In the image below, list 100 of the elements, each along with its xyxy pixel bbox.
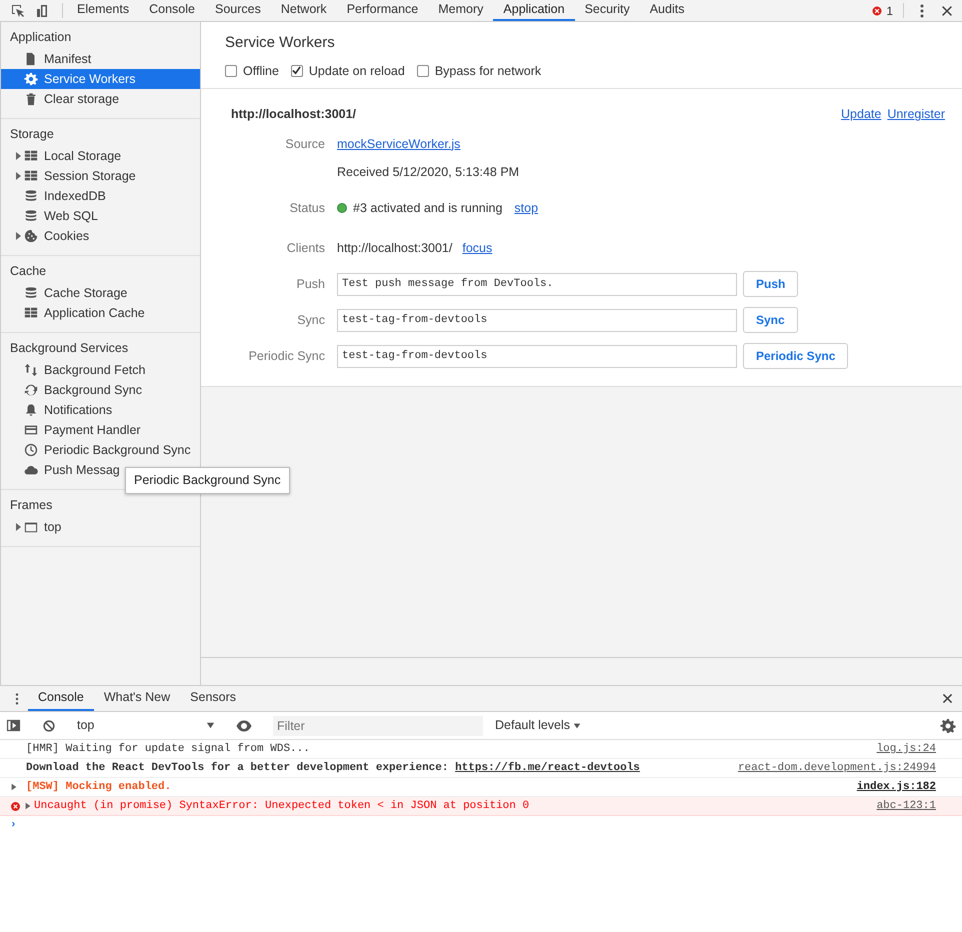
- sidebar-item[interactable]: Session Storage: [1, 166, 200, 186]
- drawer-tab[interactable]: Sensors: [180, 686, 246, 711]
- cookie-icon: [24, 229, 38, 243]
- panel-tab[interactable]: Performance: [336, 0, 428, 21]
- source-link[interactable]: react-dom.development.js:24994: [738, 760, 936, 776]
- field-label: Sync: [296, 312, 326, 329]
- prompt-icon[interactable]: ›: [10, 817, 17, 834]
- sidebar-item[interactable]: Cookies: [1, 226, 200, 246]
- context-select[interactable]: top: [77, 716, 215, 735]
- sidebar-item[interactable]: Payment Handler: [1, 420, 200, 440]
- console-message: [HMR] Waiting for update signal from WDS...: [26, 742, 310, 757]
- clear-icon[interactable]: [42, 718, 56, 732]
- checkbox-option[interactable]: Bypass for network: [416, 62, 542, 80]
- field-label: Status: [288, 200, 326, 217]
- sync-icon: [24, 383, 38, 397]
- console-message: Download the React DevTools for a better development experience: https://fb.me/react-devtools: [26, 760, 640, 776]
- sidebar-item[interactable]: Notifications: [1, 400, 200, 420]
- source-link[interactable]: log.js:24: [876, 740, 936, 758]
- clock-icon: [24, 443, 38, 457]
- section-heading: Application: [9, 29, 72, 46]
- action-link[interactable]: Unregister: [887, 105, 945, 124]
- action-link[interactable]: Update: [841, 105, 882, 124]
- console-link[interactable]: https://fb.me/react-devtools: [455, 762, 640, 774]
- panel-tab[interactable]: Sources: [204, 0, 271, 21]
- field-label: Clients: [286, 240, 326, 257]
- expand-arrow-icon[interactable]: [24, 802, 32, 810]
- sidebar-item[interactable]: Background Sync: [1, 380, 200, 400]
- caret-icon: [206, 721, 215, 730]
- field-label: Source: [284, 136, 326, 153]
- expand-arrow-icon[interactable]: [13, 231, 23, 241]
- sidebar-item[interactable]: Manifest: [1, 49, 200, 69]
- scope-url: http://localhost:3001/: [231, 106, 356, 124]
- section-heading: Frames: [9, 497, 54, 514]
- section-heading: Storage: [9, 126, 55, 143]
- panel-tab[interactable]: Network: [270, 0, 337, 21]
- up-down-arrows-icon: [24, 363, 38, 377]
- panel-tab[interactable]: Audits: [640, 0, 694, 21]
- sidebar-item[interactable]: Web SQL: [1, 206, 200, 226]
- grid-icon: [24, 169, 38, 183]
- sidebar-item[interactable]: Clear storage: [1, 89, 200, 109]
- expand-arrow-icon[interactable]: [13, 522, 23, 532]
- panel-tab[interactable]: Elements: [67, 0, 140, 21]
- cloud-icon: [24, 463, 38, 477]
- input-field[interactable]: test-tag-from-devtools: [337, 308, 737, 332]
- database-icon: [24, 189, 38, 203]
- sidebar-item[interactable]: Cache Storage: [1, 283, 200, 303]
- trigger-button[interactable]: Sync: [743, 307, 798, 333]
- error-count[interactable]: 1: [886, 2, 893, 20]
- card-icon: [24, 423, 38, 437]
- field-label: Periodic Sync: [248, 348, 326, 365]
- input-field[interactable]: test-tag-from-devtools: [337, 344, 737, 368]
- gear-icon: [24, 72, 38, 86]
- sidebar-item[interactable]: Service Workers: [1, 69, 200, 89]
- console-message: Uncaught (in promise) SyntaxError: Unexpected token < in JSON at position 0: [34, 798, 530, 814]
- settings-icon[interactable]: [940, 718, 956, 734]
- received-text: Received 5/12/2020, 5:13:48 PM: [337, 164, 520, 181]
- sidebar-item[interactable]: Application Cache: [1, 303, 200, 323]
- section-heading: Cache: [9, 263, 48, 280]
- tooltip: Periodic Background Sync: [125, 467, 290, 494]
- panel-title: Service Workers: [225, 33, 336, 53]
- database-icon: [24, 209, 38, 223]
- console-message: [MSW] Mocking enabled.: [26, 780, 172, 795]
- close-icon[interactable]: [940, 4, 954, 18]
- source-link[interactable]: abc-123:1: [876, 798, 936, 814]
- stop-link[interactable]: stop: [514, 198, 538, 218]
- drawer-tab[interactable]: What's New: [94, 686, 180, 711]
- frame-icon: [24, 520, 38, 534]
- trigger-button[interactable]: Push: [743, 271, 798, 297]
- sidebar-toggle-icon[interactable]: [6, 718, 21, 733]
- checkbox-option[interactable]: Update on reload: [290, 62, 405, 80]
- panel-tab[interactable]: Memory: [428, 0, 494, 21]
- error-icon: [10, 800, 21, 812]
- sidebar-item[interactable]: Local Storage: [1, 146, 200, 166]
- status-dot: [337, 203, 347, 213]
- sidebar-item[interactable]: top: [1, 517, 200, 537]
- section-heading: Background Services: [9, 340, 130, 357]
- sidebar-item[interactable]: Periodic Background Sync: [1, 440, 200, 460]
- filter-field[interactable]: Filter: [273, 716, 483, 736]
- status-text: #3 activated and is running: [353, 200, 502, 217]
- close-icon[interactable]: [941, 692, 954, 705]
- trash-icon: [24, 92, 38, 106]
- panel-tab[interactable]: Console: [139, 0, 205, 21]
- panel-tab[interactable]: Security: [574, 0, 640, 21]
- levels-dropdown[interactable]: Default levels: [495, 716, 582, 735]
- caret-icon: [573, 722, 582, 730]
- database-icon: [24, 286, 38, 300]
- field-label: Push: [296, 276, 326, 293]
- sidebar-item[interactable]: Background Fetch: [1, 360, 200, 380]
- input-field[interactable]: Test push message from DevTools.: [337, 272, 737, 296]
- expand-arrow-icon[interactable]: [10, 783, 18, 791]
- checkbox-option[interactable]: Offline: [225, 62, 279, 80]
- eye-icon[interactable]: [236, 718, 252, 734]
- bell-icon: [24, 403, 38, 417]
- trigger-button[interactable]: Periodic Sync: [743, 343, 848, 369]
- client-url: http://localhost:3001/: [337, 240, 452, 257]
- sidebar-item[interactable]: IndexedDB: [1, 186, 200, 206]
- error-icon: [871, 4, 884, 16]
- source-link[interactable]: mockServiceWorker.js: [337, 134, 460, 154]
- focus-link[interactable]: focus: [462, 238, 492, 258]
- source-link[interactable]: index.js:182: [856, 778, 936, 796]
